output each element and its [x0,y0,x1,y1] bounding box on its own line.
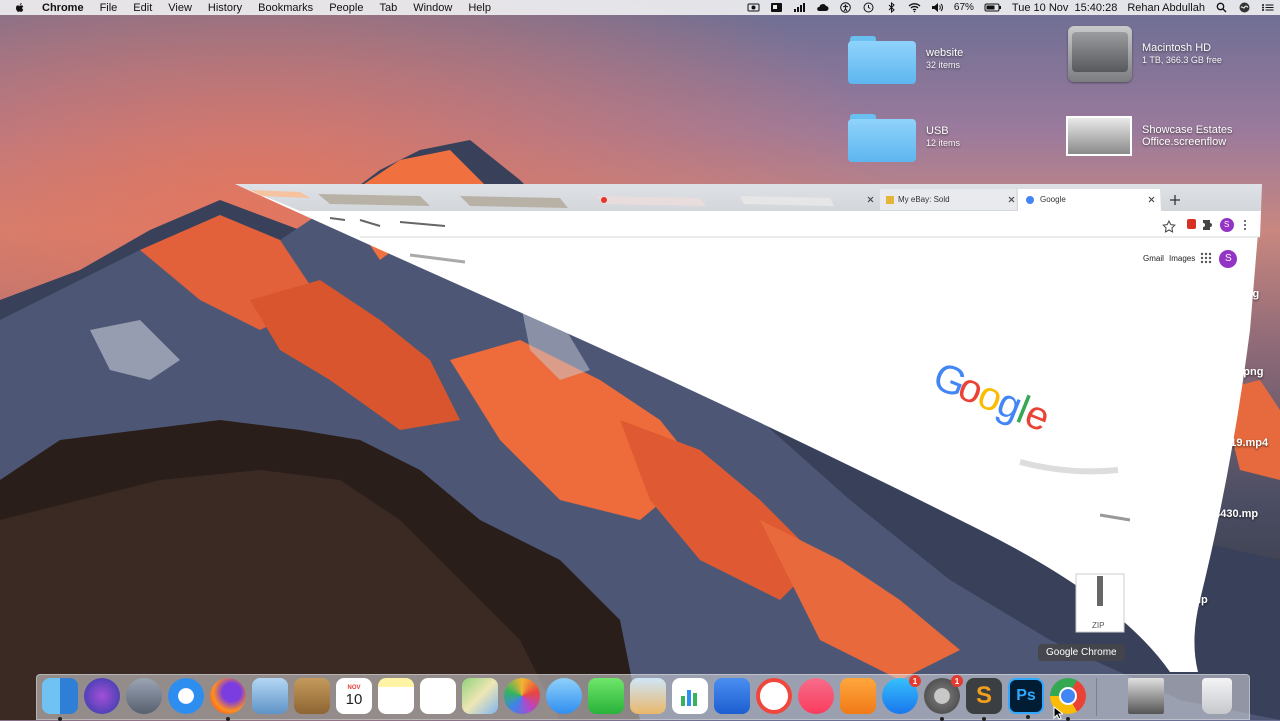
numbers-icon[interactable] [672,678,708,714]
maps-icon[interactable] [462,678,498,714]
mouse-cursor-icon [1053,706,1063,720]
images-link[interactable]: Images [1169,254,1195,263]
system-preferences-icon[interactable]: 1 [924,675,963,721]
tab-title: My eBay: Sold [898,195,950,204]
news-icon[interactable] [756,678,792,714]
siri-icon[interactable] [84,678,120,714]
system-prefs-badge: 1 [951,675,963,687]
extension-red-icon[interactable] [1187,219,1196,229]
music-icon[interactable] [798,678,834,714]
sublime-text-icon[interactable]: S [966,678,1002,721]
trash-icon[interactable] [1202,678,1232,714]
screenflow-icon[interactable] [1128,678,1164,714]
calendar-icon[interactable]: NOV 10 [336,678,372,714]
zip-label: ZIP [1092,621,1105,630]
photos-icon[interactable] [504,678,540,714]
app-store-icon[interactable]: 1 [882,675,921,714]
mail-icon[interactable] [252,678,288,714]
profile-initial: S [1224,220,1230,229]
facetime-icon[interactable] [588,678,624,714]
contacts-icon[interactable] [294,678,330,714]
ebay-favicon-icon [886,196,894,204]
tab-title: Google [1040,195,1066,204]
app-store-badge: 1 [909,675,921,687]
preview-icon[interactable] [630,678,666,714]
books-icon[interactable] [840,678,876,714]
safari-icon[interactable] [168,678,204,714]
google-favicon-icon [1026,196,1034,204]
reminders-icon[interactable] [420,678,456,714]
dock: NOV 10 1 1 S Ps [36,674,1250,721]
finder-icon[interactable] [42,678,78,721]
dock-tooltip: Google Chrome [1038,644,1125,661]
photoshop-label: Ps [1016,687,1036,704]
google-apps-grid-icon[interactable] [1200,252,1212,264]
dock-divider [1096,678,1097,716]
firefox-icon[interactable] [210,678,246,721]
keynote-icon[interactable] [714,678,750,714]
launchpad-icon[interactable] [126,678,162,714]
account-initial: S [1225,253,1232,264]
notes-icon[interactable] [378,678,414,714]
gmail-link[interactable]: Gmail [1143,254,1164,263]
photoshop-icon[interactable]: Ps [1008,678,1044,719]
messages-icon[interactable] [546,678,582,714]
chrome-window-minimizing: G o o g l e [235,184,1262,672]
calendar-day: 10 [345,690,363,708]
